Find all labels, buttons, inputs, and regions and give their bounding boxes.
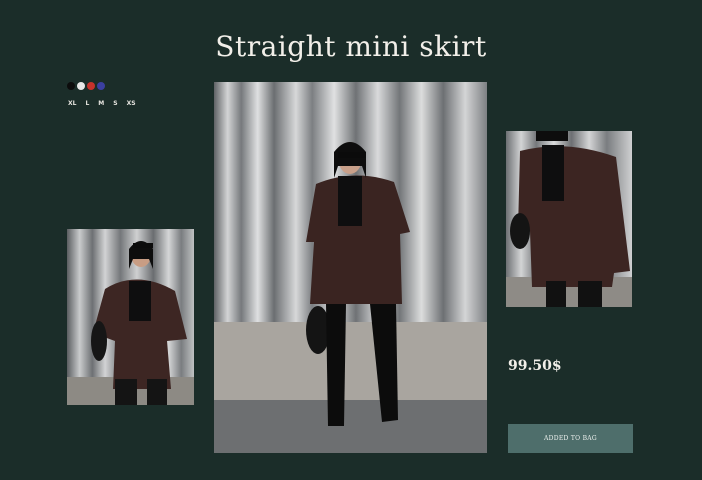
color-swatch-red[interactable]: [87, 82, 95, 90]
size-option-m[interactable]: M: [98, 100, 104, 107]
product-photo-right[interactable]: [506, 131, 632, 307]
size-selector: XL L M S XS: [68, 100, 136, 107]
size-option-xs[interactable]: XS: [127, 100, 136, 107]
model-photo-closeup: [506, 131, 632, 307]
model-photo-side: [67, 229, 194, 405]
size-option-s[interactable]: S: [113, 100, 117, 107]
product-price: 99.50$: [508, 358, 562, 374]
product-photo-main[interactable]: [214, 82, 487, 453]
color-swatch-black[interactable]: [67, 82, 75, 90]
product-photo-left[interactable]: [67, 229, 194, 405]
color-swatch-blue[interactable]: [97, 82, 105, 90]
product-title: Straight mini skirt: [215, 30, 487, 63]
size-option-l[interactable]: L: [85, 100, 89, 107]
size-option-xl[interactable]: XL: [68, 100, 76, 107]
model-photo-main: [214, 82, 487, 453]
color-swatches: [67, 82, 105, 90]
add-to-bag-button[interactable]: ADDED TO BAG: [508, 424, 633, 453]
color-swatch-white[interactable]: [77, 82, 85, 90]
